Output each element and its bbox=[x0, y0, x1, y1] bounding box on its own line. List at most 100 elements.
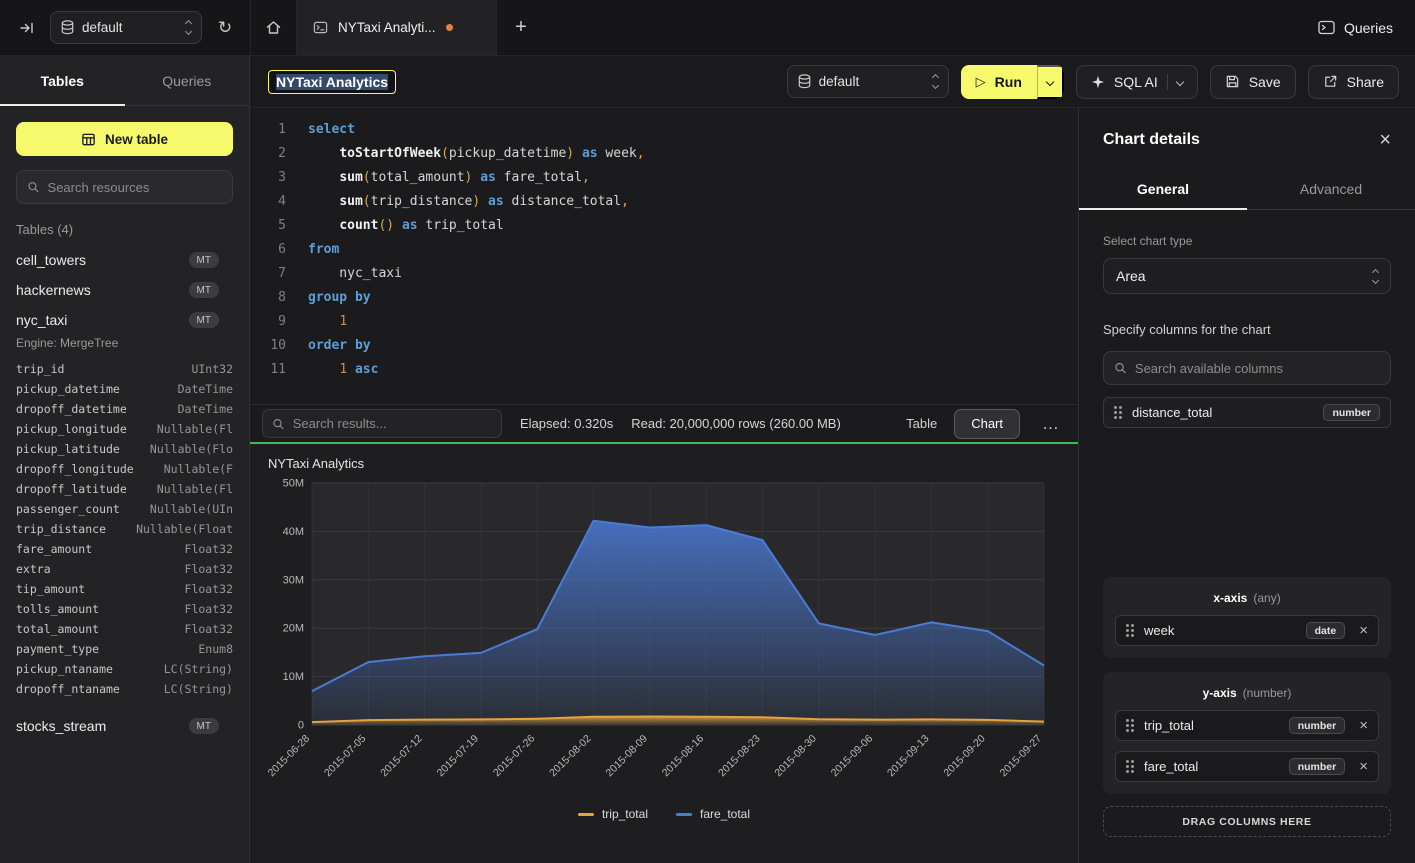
new-table-label: New table bbox=[105, 132, 168, 147]
database-selector[interactable]: default bbox=[50, 11, 202, 44]
view-toggle-chart[interactable]: Chart bbox=[954, 409, 1020, 439]
sql-editor[interactable]: 1select2 toStartOfWeek(pickup_datetime) … bbox=[250, 108, 1078, 404]
editor-line: 2 toStartOfWeek(pickup_datetime) as week… bbox=[250, 142, 1078, 166]
columns-search bbox=[1103, 351, 1391, 385]
drag-handle-icon[interactable] bbox=[1114, 406, 1122, 419]
column-row: tolls_amountFloat32 bbox=[0, 599, 249, 619]
tab-strip: NYTaxi Analyti... + bbox=[250, 0, 545, 55]
query-database-selector[interactable]: default bbox=[787, 65, 949, 98]
chart-area: NYTaxi Analytics 010M20M30M40M50M2015-06… bbox=[250, 444, 1078, 863]
sidebar-tab-queries[interactable]: Queries bbox=[125, 56, 250, 105]
chart-type-select[interactable]: Area bbox=[1103, 258, 1391, 294]
close-panel-button[interactable]: × bbox=[1379, 130, 1391, 150]
share-button[interactable]: Share bbox=[1308, 65, 1399, 99]
column-chip[interactable]: trip_totalnumber× bbox=[1115, 710, 1379, 741]
remove-column-icon[interactable]: × bbox=[1359, 718, 1368, 733]
table-row[interactable]: hackernewsMT bbox=[0, 275, 249, 305]
column-chip[interactable]: weekdate× bbox=[1115, 615, 1379, 646]
sidebar-tab-tables[interactable]: Tables bbox=[0, 56, 125, 105]
search-icon bbox=[27, 180, 40, 194]
line-number: 2 bbox=[250, 142, 286, 166]
collapse-sidebar-icon bbox=[19, 20, 35, 36]
drag-handle-icon[interactable] bbox=[1126, 624, 1134, 637]
column-chip-label: distance_total bbox=[1132, 405, 1212, 420]
engine-badge: MT bbox=[189, 312, 219, 328]
editor-line: 1select bbox=[250, 118, 1078, 142]
table-row[interactable]: nyc_taxi MT bbox=[0, 305, 249, 335]
editor-line: 8 group by bbox=[250, 286, 1078, 310]
view-toggle-table[interactable]: Table bbox=[889, 409, 954, 439]
column-chip-label: trip_total bbox=[1144, 718, 1194, 733]
table-name: nyc_taxi bbox=[16, 312, 67, 328]
remove-column-icon[interactable]: × bbox=[1359, 759, 1368, 774]
x-axis-heading: x-axis(any) bbox=[1115, 591, 1379, 605]
chart-panel-body: Select chart type Area Specify columns f… bbox=[1079, 210, 1415, 863]
query-tab[interactable]: NYTaxi Analyti... bbox=[297, 0, 497, 55]
table-row[interactable]: cell_towersMT bbox=[0, 245, 249, 275]
tab-general[interactable]: General bbox=[1079, 168, 1247, 209]
results-search bbox=[262, 409, 502, 438]
results-search-input[interactable] bbox=[293, 416, 492, 431]
tab-advanced[interactable]: Advanced bbox=[1247, 168, 1415, 209]
query-database-value: default bbox=[819, 74, 925, 89]
run-button[interactable]: ▷ Run bbox=[961, 65, 1037, 99]
more-options-icon: … bbox=[1042, 414, 1060, 433]
editor-line: 5 count() as trip_total bbox=[250, 214, 1078, 238]
legend-swatch bbox=[676, 813, 692, 816]
chart-type-value: Area bbox=[1116, 268, 1146, 284]
resource-search-input[interactable] bbox=[48, 180, 222, 195]
svg-text:0: 0 bbox=[298, 720, 304, 732]
table-name: cell_towers bbox=[16, 252, 86, 268]
engine-badge: MT bbox=[189, 718, 219, 734]
chart-svg[interactable]: 010M20M30M40M50M2015-06-282015-07-052015… bbox=[266, 475, 1062, 805]
database-icon bbox=[798, 74, 811, 89]
drag-handle-icon[interactable] bbox=[1126, 760, 1134, 773]
new-table-button[interactable]: New table bbox=[16, 122, 233, 156]
svg-text:20M: 20M bbox=[283, 623, 304, 635]
column-chip[interactable]: distance_totalnumber bbox=[1103, 397, 1391, 428]
queries-button-label: Queries bbox=[1344, 20, 1393, 36]
new-tab-button[interactable]: + bbox=[497, 0, 545, 55]
column-row: dropoff_longitudeNullable(F bbox=[0, 459, 249, 479]
table-name: stocks_stream bbox=[16, 718, 106, 734]
search-icon bbox=[272, 417, 285, 431]
type-badge: date bbox=[1306, 622, 1346, 639]
sql-ai-button[interactable]: SQL AI bbox=[1076, 65, 1198, 99]
save-button-label: Save bbox=[1249, 74, 1281, 90]
home-tab[interactable] bbox=[251, 0, 297, 55]
remove-column-icon[interactable]: × bbox=[1359, 623, 1368, 638]
drop-zone[interactable]: DRAG COLUMNS HERE bbox=[1103, 806, 1391, 837]
search-icon bbox=[1114, 361, 1127, 375]
columns-search-input[interactable] bbox=[1135, 361, 1380, 376]
line-number: 8 bbox=[250, 286, 286, 310]
legend-item[interactable]: trip_total bbox=[578, 807, 648, 821]
editor-line: 10order by bbox=[250, 334, 1078, 358]
line-code: count() as trip_total bbox=[308, 214, 504, 238]
table-row[interactable]: stocks_stream MT bbox=[0, 711, 249, 741]
queries-button[interactable]: Queries bbox=[1318, 20, 1393, 36]
line-number: 5 bbox=[250, 214, 286, 238]
legend-item[interactable]: fare_total bbox=[676, 807, 750, 821]
line-code: order by bbox=[308, 334, 371, 358]
more-options-button[interactable]: … bbox=[1038, 414, 1064, 434]
chart-legend: trip_total fare_total bbox=[266, 805, 1062, 825]
column-row: passenger_countNullable(UIn bbox=[0, 499, 249, 519]
column-chip[interactable]: fare_totalnumber× bbox=[1115, 751, 1379, 782]
refresh-button[interactable]: ↻ bbox=[212, 15, 238, 41]
save-button[interactable]: Save bbox=[1210, 65, 1296, 99]
query-title-text: NYTaxi Analytics bbox=[276, 74, 388, 90]
run-options-button[interactable] bbox=[1037, 65, 1064, 99]
engine-badge: MT bbox=[189, 282, 219, 298]
resource-search bbox=[16, 170, 233, 204]
chevron-updown-icon bbox=[186, 21, 191, 34]
query-title-input[interactable]: NYTaxi Analytics bbox=[268, 70, 396, 94]
chart-details-panel: Chart details × General Advanced Select … bbox=[1078, 108, 1415, 863]
column-row: payment_typeEnum8 bbox=[0, 639, 249, 659]
drag-handle-icon[interactable] bbox=[1126, 719, 1134, 732]
line-number: 3 bbox=[250, 166, 286, 190]
collapse-sidebar-button[interactable] bbox=[14, 15, 40, 41]
line-code: group by bbox=[308, 286, 371, 310]
line-code: from bbox=[308, 238, 339, 262]
editor-line: 4 sum(trip_distance) as distance_total, bbox=[250, 190, 1078, 214]
column-row: pickup_ntanameLC(String) bbox=[0, 659, 249, 679]
